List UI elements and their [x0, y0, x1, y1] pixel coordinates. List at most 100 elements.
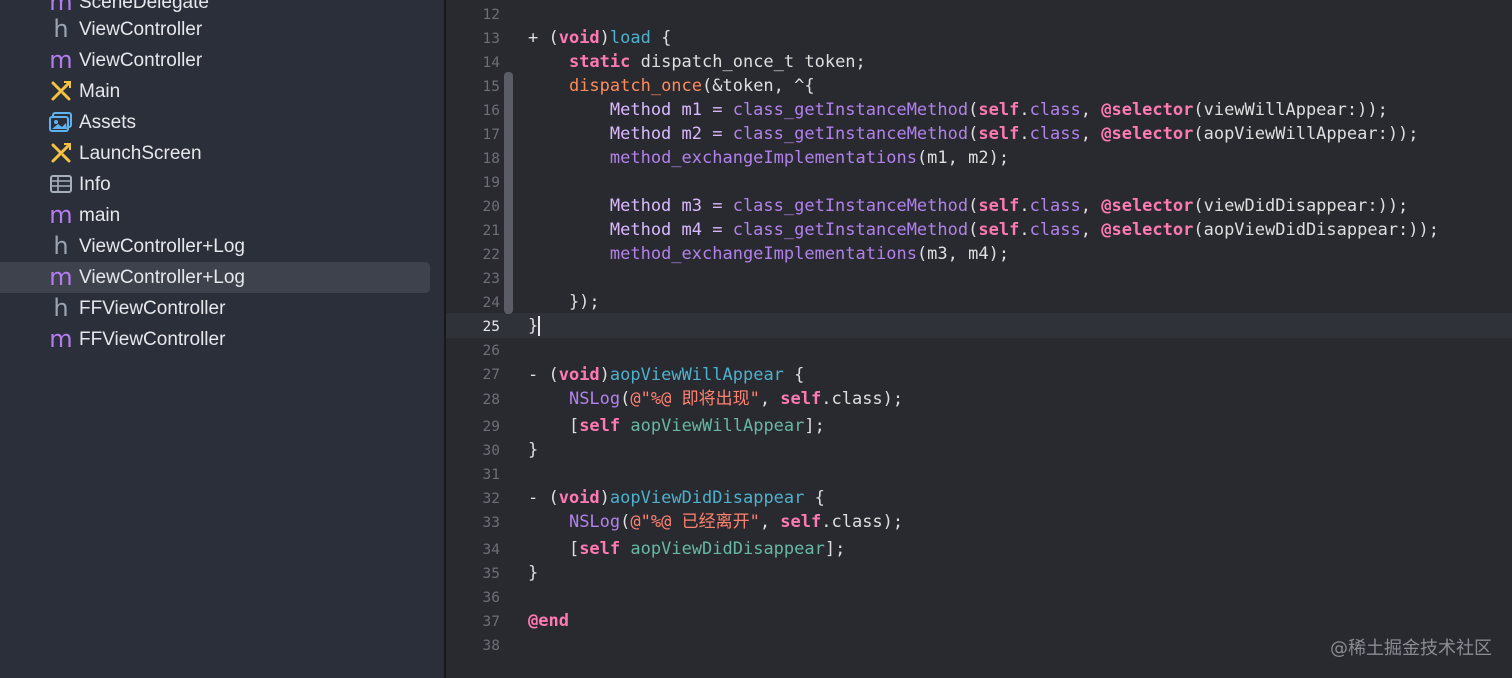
code-text: {	[650, 28, 672, 48]
code-text: )	[599, 365, 610, 385]
code-line-30: }	[528, 438, 1512, 462]
line-number: 23	[482, 271, 500, 287]
code-string: @"%@ 已经离开"	[630, 512, 760, 532]
code-method-name: aopViewDidDisappear	[609, 488, 805, 508]
code-text: .	[1019, 220, 1030, 240]
code-function: class_getInstanceMethod	[732, 124, 969, 144]
line-number: 33	[482, 515, 500, 531]
code-keyword: @end	[528, 611, 569, 631]
line-number: 21	[482, 223, 500, 239]
code-text: ,	[759, 512, 781, 532]
objc-m-file-icon: m	[49, 201, 73, 229]
objc-m-file-icon: m	[49, 46, 73, 74]
line-number: 22	[482, 247, 500, 263]
code-line-32: - (void)aopViewDidDisappear {	[528, 486, 1512, 510]
code-keyword: self	[579, 416, 621, 436]
code-text: .class);	[821, 389, 904, 409]
code-text: (viewWillAppear:));	[1193, 100, 1388, 120]
code-line-16: Method m1 = class_getInstanceMethod(self…	[528, 98, 1512, 122]
file-label: ViewController+Log	[79, 267, 245, 288]
file-item-main-m[interactable]: m main	[0, 200, 430, 231]
file-item-viewcontroller-log-m-selected[interactable]: m ViewController+Log	[0, 262, 430, 293]
file-label: Assets	[79, 112, 137, 133]
code-keyword: self	[978, 100, 1020, 120]
file-item-info-plist[interactable]: Info	[0, 169, 430, 200]
file-item-viewcontroller-h[interactable]: h ViewController	[0, 14, 430, 45]
code-line-15: dispatch_once(&token, ^{	[528, 74, 1512, 98]
code-text: Method m2 =	[528, 124, 733, 144]
line-number: 31	[482, 467, 500, 483]
storyboard-icon	[49, 79, 73, 103]
line-number: 38	[482, 638, 500, 654]
code-keyword: void	[558, 28, 600, 48]
watermark: @稀土掘金技术社区	[1330, 638, 1492, 659]
file-item-viewcontroller-m[interactable]: m ViewController	[0, 45, 430, 76]
code-function: class	[1029, 100, 1081, 120]
file-item-assets[interactable]: Assets	[0, 107, 430, 138]
code-text: ,	[1080, 124, 1102, 144]
code-line-18: method_exchangeImplementations(m1, m2);	[528, 146, 1512, 170]
code-line-29: [self aopViewWillAppear];	[528, 414, 1512, 438]
code-string: @"%@ 即将出现"	[630, 389, 760, 409]
code-method-call: aopViewWillAppear	[630, 416, 805, 436]
code-function: NSLog	[568, 512, 621, 532]
code-text: ,	[1080, 100, 1102, 120]
code-keyword: void	[558, 488, 600, 508]
file-label: FFViewController	[79, 329, 226, 350]
code-keyword: @selector	[1101, 196, 1194, 216]
line-number: 26	[482, 343, 500, 359]
line-number: 20	[482, 199, 500, 215]
code-function: method_exchangeImplementations	[609, 148, 917, 168]
file-item-launchscreen[interactable]: LaunchScreen	[0, 138, 430, 169]
code-function: class	[1029, 124, 1081, 144]
code-text: });	[528, 292, 600, 312]
code-function: NSLog	[568, 389, 621, 409]
code-line-27: - (void)aopViewWillAppear {	[528, 363, 1512, 387]
code-keyword: self	[579, 539, 621, 559]
code-text: .	[1019, 100, 1030, 120]
line-number: 24	[482, 295, 500, 311]
file-item-viewcontroller-log-h[interactable]: h ViewController+Log	[0, 231, 430, 262]
line-number: 34	[482, 542, 500, 558]
code-keyword: self	[780, 389, 822, 409]
code-function: method_exchangeImplementations	[609, 244, 917, 264]
file-item-ffviewcontroller-h[interactable]: h FFViewController	[0, 293, 430, 324]
file-item-main-storyboard[interactable]: Main	[0, 76, 430, 107]
code-keyword: self	[780, 512, 822, 532]
header-h-file-icon: h	[53, 294, 69, 322]
objc-m-file-icon: m	[49, 325, 73, 353]
code-text: )	[599, 28, 610, 48]
change-bar[interactable]	[504, 72, 513, 314]
code-text: (	[968, 196, 979, 216]
code-keyword: @selector	[1101, 100, 1194, 120]
objc-m-file-icon: m	[49, 0, 73, 16]
code-line-20: Method m3 = class_getInstanceMethod(self…	[528, 194, 1512, 218]
code-text: .class);	[821, 512, 904, 532]
line-number: 29	[482, 419, 500, 435]
code-text: [	[528, 539, 580, 559]
code-text: (	[968, 124, 979, 144]
code-text: (&token, ^{	[702, 76, 815, 96]
code-line-28: NSLog(@"%@ 即将出现", self.class);	[528, 387, 1512, 411]
code-line-37: @end	[528, 609, 1512, 633]
code-line-25: }	[528, 314, 1512, 338]
code-text: (	[620, 512, 631, 532]
file-item-ffviewcontroller-m[interactable]: m FFViewController	[0, 324, 430, 355]
code-function: class	[1029, 220, 1081, 240]
code-text: - (	[528, 488, 559, 508]
code-line-21: Method m4 = class_getInstanceMethod(self…	[528, 218, 1512, 242]
code-text: (	[620, 389, 631, 409]
line-number: 17	[482, 127, 500, 143]
asset-catalog-icon	[49, 110, 73, 134]
file-label: FFViewController	[79, 298, 226, 319]
code-keyword: @selector	[1101, 124, 1194, 144]
code-text: ,	[759, 389, 781, 409]
storyboard-icon	[49, 141, 73, 165]
